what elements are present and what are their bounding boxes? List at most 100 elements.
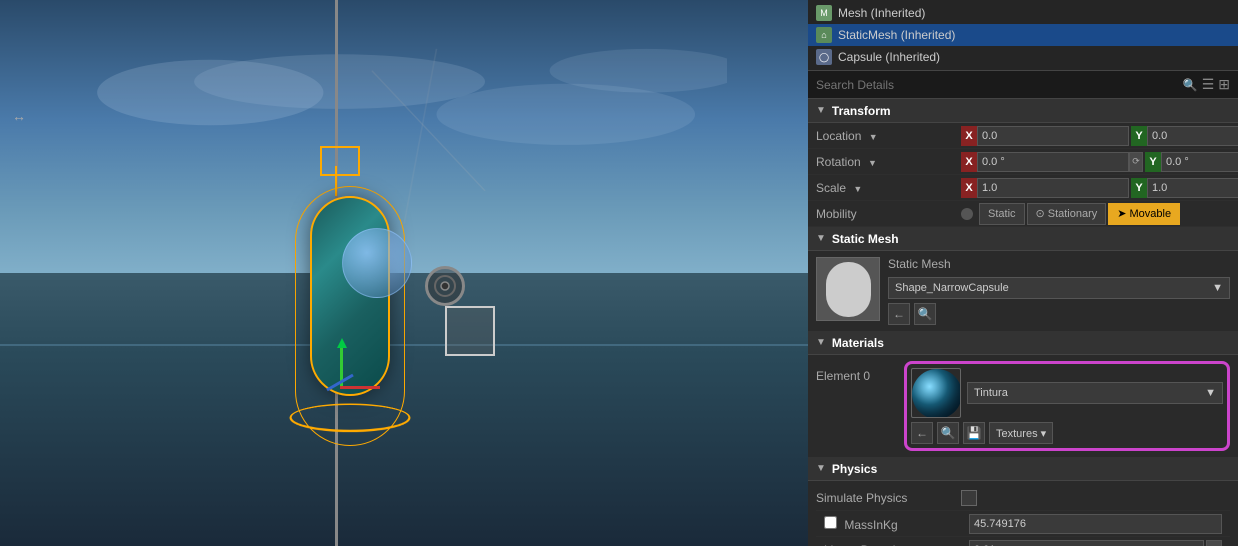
mobility-static-button[interactable]: Static [979, 203, 1025, 225]
mobility-movable-button[interactable]: ➤ Movable [1108, 203, 1180, 225]
component-item-capsule[interactable]: ◯ Capsule (Inherited) [808, 46, 1238, 68]
rotation-dropdown-icon[interactable]: ▼ [868, 158, 877, 168]
component-list: M Mesh (Inherited) ⌂ StaticMesh (Inherit… [808, 0, 1238, 71]
search-bar: 🔍 ☰ ⊞ [808, 71, 1238, 99]
component-item-mesh[interactable]: M Mesh (Inherited) [808, 2, 1238, 24]
mobility-label: Mobility [816, 207, 961, 221]
materials-section-header[interactable]: ▼ Materials [808, 331, 1238, 355]
static-mesh-content: Static Mesh Shape_NarrowCapsule ▼ ← 🔍 [808, 251, 1238, 331]
search-button[interactable]: 🔍 [1183, 78, 1198, 92]
gizmo-box [445, 306, 495, 356]
mobility-stationary-icon: ⊙ [1036, 207, 1045, 220]
physics-section-title: Physics [832, 462, 877, 476]
rotation-gizmo[interactable] [425, 266, 465, 306]
location-row: Location ▼ X Y Z [808, 123, 1238, 149]
location-x-label: X [961, 126, 977, 146]
rotation-x-input[interactable] [977, 152, 1129, 172]
mesh-thumb-capsule [826, 262, 871, 317]
mobility-movable-icon: ➤ [1117, 207, 1126, 220]
rotation-x-spin[interactable]: ⟳ [1129, 152, 1143, 172]
scale-values: X Y Z 🔒 [961, 178, 1238, 198]
textures-label: Textures ▾ [996, 427, 1046, 440]
material-dropdown-chevron: ▼ [1205, 387, 1216, 399]
transform-icon: ↔ [12, 108, 32, 128]
location-y-field: Y [1131, 126, 1238, 146]
textures-dropdown[interactable]: Textures ▾ [989, 422, 1053, 444]
material-save-button[interactable]: 💾 [963, 422, 985, 444]
mesh-dropdown[interactable]: Shape_NarrowCapsule ▼ [888, 277, 1230, 299]
rotation-label: Rotation ▼ [816, 155, 961, 169]
mesh-thumbnail[interactable] [816, 257, 880, 321]
mesh-search-button[interactable]: 🔍 [914, 303, 936, 325]
rotation-x-field: X ⟳ [961, 152, 1143, 172]
transform-section-title: Transform [832, 104, 891, 118]
capsule-mesh-body [310, 196, 390, 396]
massinkg-checkbox[interactable] [824, 516, 837, 529]
static-mesh-section-header[interactable]: ▼ Static Mesh [808, 227, 1238, 251]
materials-collapse-icon: ▼ [816, 337, 826, 348]
component-item-static-mesh[interactable]: ⌂ StaticMesh (Inherited) [808, 24, 1238, 46]
static-mesh-collapse-icon: ▼ [816, 233, 826, 244]
mesh-label: Static Mesh [888, 257, 1230, 271]
component-label-capsule: Capsule (Inherited) [838, 50, 940, 64]
location-dropdown-icon[interactable]: ▼ [869, 132, 878, 142]
wire-top-box [320, 146, 360, 176]
massinkg-input[interactable] [969, 514, 1222, 534]
rotation-y-input[interactable] [1161, 152, 1238, 172]
rotation-xyz-group: X ⟳ Y ⟳ Z ⟳ [961, 152, 1238, 172]
mobility-movable-label: Movable [1129, 208, 1171, 220]
location-y-input[interactable] [1147, 126, 1238, 146]
material-name: Tintura [974, 387, 1008, 399]
materials-content: Element 0 Tintura ▼ ← 🔍 💾 [808, 355, 1238, 457]
capsule-dome [342, 228, 412, 298]
mesh-back-button[interactable]: ← [888, 303, 910, 325]
location-x-input[interactable] [977, 126, 1129, 146]
gizmo-y-head [337, 338, 347, 348]
materials-section-title: Materials [832, 336, 884, 350]
material-thumbnail[interactable] [911, 368, 961, 418]
component-label-mesh: Mesh (Inherited) [838, 6, 925, 20]
element-0-row: Element 0 Tintura ▼ ← 🔍 💾 [816, 361, 1230, 451]
rotation-y-field: Y ⟳ [1145, 152, 1238, 172]
location-xyz-group: X Y Z [961, 126, 1238, 146]
location-values: X Y Z [961, 126, 1238, 146]
viewport-3d[interactable]: ↔ [0, 0, 808, 546]
rotation-y-label: Y [1145, 152, 1161, 172]
details-content[interactable]: ▼ Transform Location ▼ X Y [808, 99, 1238, 546]
rotation-ring-inner [433, 274, 457, 298]
material-search-button[interactable]: 🔍 [937, 422, 959, 444]
mobility-row: Mobility Static ⊙ Stationary ➤ Movable [808, 201, 1238, 227]
rotation-x-label: X [961, 152, 977, 172]
scale-x-input[interactable] [977, 178, 1129, 198]
physics-section-header[interactable]: ▼ Physics [808, 457, 1238, 481]
transform-section-header[interactable]: ▼ Transform [808, 99, 1238, 123]
material-dropdown[interactable]: Tintura ▼ [967, 382, 1223, 404]
material-back-button[interactable]: ← [911, 422, 933, 444]
mesh-dropdown-chevron: ▼ [1212, 282, 1223, 294]
search-input[interactable] [816, 78, 1179, 92]
mobility-indicator-dot [961, 208, 973, 220]
rotation-values: X ⟳ Y ⟳ Z ⟳ [961, 152, 1238, 172]
scale-y-input[interactable] [1147, 178, 1238, 198]
physics-content: Simulate Physics MassInKg Linear Damping [808, 481, 1238, 546]
material-sphere-preview [912, 369, 961, 418]
linear-damping-label: Linear Damping [824, 543, 969, 546]
simulate-physics-checkbox[interactable] [961, 490, 977, 506]
mesh-action-buttons: ← 🔍 [888, 303, 1230, 325]
linear-damping-spin[interactable]: ⟳ [1206, 540, 1222, 546]
material-action-row: ← 🔍 💾 Textures ▾ [911, 422, 1223, 444]
search-options-button[interactable]: ☰ [1202, 76, 1215, 93]
mobility-values: Static ⊙ Stationary ➤ Movable [961, 203, 1230, 225]
scene-object-container[interactable] [285, 166, 415, 446]
physics-collapse-icon: ▼ [816, 463, 826, 474]
mobility-stationary-button[interactable]: ⊙ Stationary [1027, 203, 1107, 225]
mesh-icon: M [816, 5, 832, 21]
scale-dropdown-icon[interactable]: ▼ [853, 184, 862, 194]
massinkg-row: MassInKg [816, 511, 1230, 537]
static-mesh-section-title: Static Mesh [832, 232, 899, 246]
linear-damping-input[interactable] [969, 540, 1204, 546]
linear-damping-value-area: ⟳ [969, 540, 1222, 546]
mesh-name: Shape_NarrowCapsule [895, 282, 1009, 294]
scale-row: Scale ▼ X Y Z [808, 175, 1238, 201]
search-settings-button[interactable]: ⊞ [1218, 76, 1230, 93]
